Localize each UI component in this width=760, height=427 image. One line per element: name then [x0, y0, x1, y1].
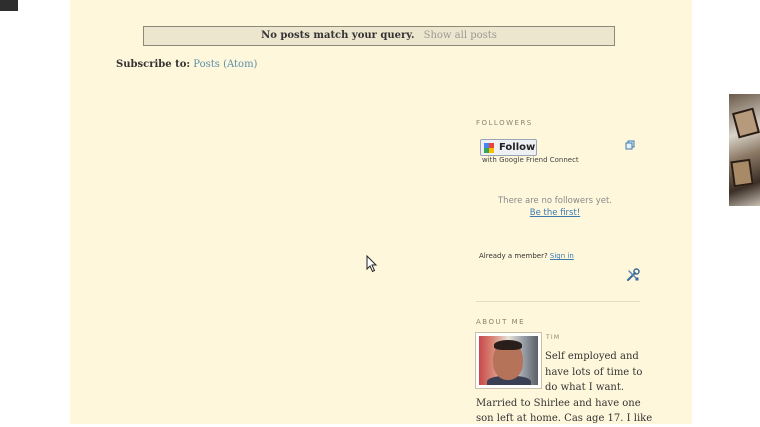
profile-avatar[interactable] [475, 332, 542, 389]
status-message-bar: No posts match your query. Show all post… [143, 26, 615, 46]
sign-in-link[interactable]: Sign in [550, 252, 574, 260]
tools-icon[interactable] [626, 268, 640, 282]
bio-line: Self employed and [545, 351, 639, 362]
subscribe-label: Subscribe to: [116, 59, 191, 70]
google-friend-connect-icon [484, 143, 494, 153]
follow-button-label: Follow [499, 142, 536, 153]
bio-line: Married to Shirlee and have one [476, 397, 641, 409]
follow-button[interactable]: Follow [480, 139, 537, 156]
main-column: No posts match your query. Show all post… [70, 0, 692, 424]
show-all-posts-link[interactable]: Show all posts [424, 30, 497, 41]
already-member-label: Already a member? [479, 252, 548, 260]
bio-line: do what I want. [545, 382, 625, 393]
profile-photo [479, 336, 538, 385]
about-me-heading: ABOUT ME [476, 318, 526, 326]
corner-thumbnail [0, 0, 18, 11]
sidebar-divider [476, 301, 640, 302]
be-the-first-link[interactable]: Be the first! [490, 208, 620, 218]
subscribe-line: Subscribe to: Posts (Atom) [116, 59, 257, 70]
followers-heading: FOLLOWERS [476, 119, 533, 127]
posts-atom-link[interactable]: Posts (Atom) [193, 59, 257, 70]
no-followers-text: There are no followers yet. [497, 196, 612, 206]
mouse-cursor-icon [366, 255, 378, 273]
gfc-caption: with Google Friend Connect [482, 156, 579, 164]
profile-name-link[interactable]: TIM [546, 334, 560, 341]
side-image [729, 94, 760, 206]
copy-icon[interactable] [625, 140, 635, 150]
no-posts-message: No posts match your query. [261, 30, 415, 41]
bio-line: have lots of time to [545, 366, 643, 378]
bio-line: son left at home. Cas age 17. I like [476, 413, 653, 424]
member-signin-line: Already a member? Sign in [479, 252, 574, 260]
